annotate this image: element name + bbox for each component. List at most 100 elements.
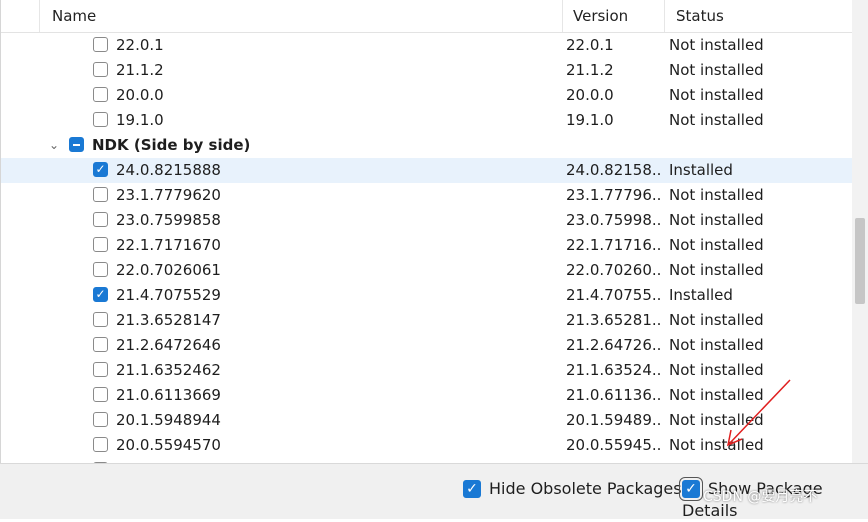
package-name: 23.1.7779620	[116, 186, 221, 204]
hide-obsolete-option[interactable]: ✓ Hide Obsolete Packages	[463, 478, 682, 500]
cell-name: 22.0.7026061	[93, 258, 558, 283]
scrollbar-thumb[interactable]	[855, 218, 865, 304]
cell-status: Not installed	[669, 111, 764, 129]
row-checkbox[interactable]	[93, 262, 108, 277]
cell-status: Not installed	[669, 211, 764, 229]
cell-name: 21.2.6472646	[93, 333, 558, 358]
cell-status: Not installed	[669, 86, 764, 104]
row-checkbox[interactable]	[93, 187, 108, 202]
cell-status: Installed	[669, 161, 733, 179]
table-row[interactable]: ✓ 24.0.8215888 24.0.82158... Installed	[1, 158, 852, 183]
cell-name: 21.0.6113669	[93, 383, 558, 408]
cell-name: 21.3.6528147	[93, 308, 558, 333]
package-name: 20.0.0	[116, 86, 164, 104]
cell-version: 21.2.64726...	[566, 336, 661, 354]
vertical-scrollbar[interactable]	[852, 0, 868, 463]
cell-name: 20.1.5948944	[93, 408, 558, 433]
package-name: 20.1.5948944	[116, 411, 221, 429]
group-checkbox[interactable]	[69, 137, 84, 152]
cell-name: NDK (Side by side)	[69, 133, 534, 158]
table-row[interactable]: 23.0.7599858 23.0.75998... Not installed	[1, 208, 852, 233]
hide-obsolete-checkbox[interactable]: ✓	[463, 479, 481, 498]
cell-name: 21.1.2	[93, 58, 558, 83]
package-name: 21.4.7075529	[116, 286, 221, 304]
table-row[interactable]: 22.0.1 22.0.1 Not installed	[1, 33, 852, 58]
watermark: CSDN @要月亮不	[703, 489, 818, 505]
column-header-status[interactable]: Status	[664, 0, 852, 32]
cell-version: 21.4.70755...	[566, 286, 661, 304]
cell-version: 24.0.82158...	[566, 161, 661, 179]
cell-name: 22.0.1	[93, 33, 558, 58]
package-name: 21.1.2	[116, 61, 164, 79]
row-checkbox[interactable]	[93, 212, 108, 227]
row-checkbox[interactable]	[93, 437, 108, 452]
package-name: 21.3.6528147	[116, 311, 221, 329]
package-name: 21.1.6352462	[116, 361, 221, 379]
package-name: 23.0.7599858	[116, 211, 221, 229]
cell-version: 21.0.61136...	[566, 386, 661, 404]
row-checkbox[interactable]: ✓	[93, 287, 108, 302]
package-name: 20.0.5594570	[116, 436, 221, 454]
cell-name: 21.1.6352462	[93, 358, 558, 383]
table-row[interactable]: 21.1.2 21.1.2 Not installed	[1, 58, 852, 83]
cell-version: 23.1.77796...	[566, 186, 661, 204]
cell-version: 19.1.0	[566, 111, 614, 129]
table-row[interactable]: ✓ 21.4.7075529 21.4.70755... Installed	[1, 283, 852, 308]
cell-status: Not installed	[669, 336, 764, 354]
cell-version: 22.0.70260...	[566, 261, 661, 279]
table-row[interactable]: 21.2.6472646 21.2.64726... Not installed	[1, 333, 852, 358]
row-checkbox[interactable]	[93, 337, 108, 352]
package-name: 21.2.6472646	[116, 336, 221, 354]
cell-status: Not installed	[669, 36, 764, 54]
cell-version: 20.1.59489...	[566, 411, 661, 429]
group-row[interactable]: ⌄ NDK (Side by side)	[1, 133, 852, 158]
cell-version: 22.1.71716...	[566, 236, 661, 254]
cell-status: Not installed	[669, 61, 764, 79]
cell-version: 21.1.63524...	[566, 361, 661, 379]
chevron-down-icon[interactable]: ⌄	[47, 133, 61, 158]
cell-name: 19.1.0	[93, 108, 558, 133]
package-name: 24.0.8215888	[116, 161, 221, 179]
cell-status: Not installed	[669, 261, 764, 279]
row-checkbox[interactable]	[93, 387, 108, 402]
row-checkbox[interactable]	[93, 237, 108, 252]
row-checkbox[interactable]	[93, 37, 108, 52]
cell-version: 23.0.75998...	[566, 211, 661, 229]
cell-version: 20.0.55945...	[566, 436, 661, 454]
column-header-version[interactable]: Version	[562, 0, 664, 32]
hide-obsolete-label: Hide Obsolete Packages	[489, 479, 682, 498]
row-checkbox[interactable]	[93, 312, 108, 327]
row-checkbox[interactable]	[93, 62, 108, 77]
column-header-name[interactable]: Name	[39, 0, 562, 32]
cell-version: 21.3.65281...	[566, 311, 661, 329]
package-name: 22.1.7171670	[116, 236, 221, 254]
package-name: 19.1.0	[116, 111, 164, 129]
cell-version: 21.1.2	[566, 61, 614, 79]
table-row[interactable]: 23.1.7779620 23.1.77796... Not installed	[1, 183, 852, 208]
cell-status: Not installed	[669, 186, 764, 204]
table-row[interactable]: 22.0.7026061 22.0.70260... Not installed	[1, 258, 852, 283]
cell-name: 23.1.7779620	[93, 183, 558, 208]
table-row[interactable]: 20.0.0 20.0.0 Not installed	[1, 83, 852, 108]
cell-version: 20.0.0	[566, 86, 614, 104]
table-row[interactable]: 22.1.7171670 22.1.71716... Not installed	[1, 233, 852, 258]
cell-status: Not installed	[669, 236, 764, 254]
row-checkbox[interactable]	[93, 87, 108, 102]
cell-name: 20.0.5594570	[93, 433, 558, 458]
cell-name: 22.1.7171670	[93, 233, 558, 258]
table-header: Name Version Status	[1, 0, 852, 33]
row-checkbox[interactable]: ✓	[93, 162, 108, 177]
package-name: 22.0.1	[116, 36, 164, 54]
table-row[interactable]: 21.3.6528147 21.3.65281... Not installed	[1, 308, 852, 333]
group-label: NDK (Side by side)	[92, 136, 251, 154]
cell-status: Installed	[669, 286, 733, 304]
cell-name: ✓ 24.0.8215888	[93, 158, 558, 183]
show-details-checkbox[interactable]: ✓	[679, 476, 703, 501]
cell-name: 20.0.0	[93, 83, 558, 108]
row-checkbox[interactable]	[93, 412, 108, 427]
cell-status: Not installed	[669, 311, 764, 329]
cell-name: ✓ 21.4.7075529	[93, 283, 558, 308]
row-checkbox[interactable]	[93, 362, 108, 377]
table-row[interactable]: 19.1.0 19.1.0 Not installed	[1, 108, 852, 133]
row-checkbox[interactable]	[93, 112, 108, 127]
